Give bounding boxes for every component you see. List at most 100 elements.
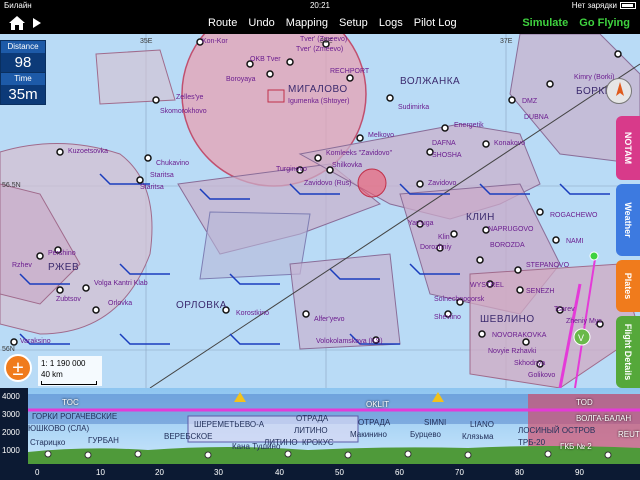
place-label: ROGACHEWO bbox=[550, 212, 598, 219]
place-label: Kuzoetsovka bbox=[68, 148, 109, 155]
menu-pilot-log[interactable]: Pilot Log bbox=[414, 17, 457, 29]
place-label: DAFNA bbox=[432, 140, 456, 147]
place-label: Igumenka (Shtoyer) bbox=[288, 98, 350, 105]
distance-tick: 90 bbox=[575, 468, 584, 477]
place-label: Staritsa bbox=[140, 184, 164, 191]
profile-plot[interactable]: TOC OKLIT TOD ГОРКИ РОГАЧЕВСКИЕ ЮШКОВО (… bbox=[28, 388, 640, 464]
distance-tick: 10 bbox=[96, 468, 105, 477]
grid-label: 56.5N bbox=[2, 182, 21, 189]
profile-zone: ВОЛГА-БАЛАН bbox=[576, 414, 632, 423]
distance-tick: 40 bbox=[275, 468, 284, 477]
profile-zone: SIMNI bbox=[424, 418, 447, 427]
place-label: Kon-Kor bbox=[202, 38, 228, 45]
zoom-button[interactable]: ± bbox=[4, 354, 32, 382]
menu-undo[interactable]: Undo bbox=[248, 17, 274, 29]
place-label: RECHPORT bbox=[330, 68, 370, 75]
distance-tick: 0 bbox=[35, 468, 40, 477]
distance-tick: 70 bbox=[455, 468, 464, 477]
place-label: Tver' (Zmeevo) bbox=[296, 46, 344, 53]
vertical-profile[interactable]: 4000 3000 2000 1000 TOC OKLIT TOD ГОРКИ … bbox=[0, 388, 640, 480]
altitude-label: 4000 bbox=[2, 392, 20, 401]
distance-box[interactable]: Distance 98 bbox=[0, 40, 46, 73]
place-label: Volokolamskaya (KS) bbox=[316, 338, 383, 345]
place-label: Sudimirka bbox=[398, 104, 430, 111]
place-label: STEPANOVO bbox=[526, 262, 570, 269]
place-label: Zavidovo bbox=[428, 180, 457, 187]
compass-icon[interactable] bbox=[606, 78, 632, 104]
simulate-button[interactable]: Simulate bbox=[522, 17, 568, 29]
profile-small: ЛИТИНО bbox=[264, 438, 298, 447]
profile-zone: Макинино bbox=[350, 430, 387, 439]
charge-status: Нет зарядки bbox=[572, 0, 636, 12]
scale-indicator: 1: 1 190 000 40 km bbox=[38, 356, 102, 386]
main-menu: Route Undo Mapping Setup Logs Pilot Log bbox=[208, 12, 465, 34]
profile-zone: ЛОСИНЫЙ ОСТРОВ bbox=[518, 426, 596, 435]
distance-title: Distance bbox=[1, 41, 45, 53]
place-label: Komleeks "Zavidovo" bbox=[326, 150, 393, 157]
region-label: РЖЕВ bbox=[48, 262, 80, 273]
charge-label: Нет зарядки bbox=[571, 1, 617, 10]
place-label: WYSTREL bbox=[470, 282, 504, 289]
status-bar: Билайн 20:21 Нет зарядки bbox=[0, 0, 640, 12]
place-label: DUBNA bbox=[524, 114, 549, 121]
distance-tick: 60 bbox=[395, 468, 404, 477]
place-label: Orlovka bbox=[108, 300, 133, 307]
go-flying-button[interactable]: Go Flying bbox=[579, 17, 630, 29]
place-label: Skomorokhovo bbox=[160, 108, 207, 115]
region-label: ШЕВЛИНО bbox=[480, 314, 535, 325]
profile-small: ГУРБАН bbox=[88, 436, 119, 445]
home-icon[interactable] bbox=[8, 15, 26, 31]
region-label: КЛИН bbox=[466, 212, 495, 223]
profile-zone: ЛИТИНО bbox=[294, 426, 328, 435]
place-label: Shilkovka bbox=[332, 162, 362, 169]
place-label: NAMI bbox=[566, 238, 584, 245]
menu-mapping[interactable]: Mapping bbox=[286, 17, 328, 29]
play-icon[interactable] bbox=[32, 17, 42, 29]
place-label: NAPRUGOVO bbox=[488, 226, 534, 233]
profile-label: OKLIT bbox=[366, 400, 390, 409]
place-label: Skhodnya bbox=[514, 360, 546, 367]
place-label: Solnechnogorsk bbox=[434, 296, 485, 303]
place-label: Dorozhniy bbox=[420, 244, 452, 251]
tab-weather[interactable]: Weather bbox=[616, 184, 640, 256]
profile-zone: ОТРАДА bbox=[296, 414, 329, 423]
menu-logs[interactable]: Logs bbox=[379, 17, 403, 29]
menu-route[interactable]: Route bbox=[208, 17, 237, 29]
place-label: Volga Kantri Klab bbox=[94, 280, 148, 287]
profile-zone: Бурцево bbox=[410, 430, 441, 439]
place-label: Zelles'ye bbox=[176, 94, 204, 101]
place-label: SHOSHA bbox=[432, 152, 462, 159]
profile-zone: LIANO bbox=[470, 420, 495, 429]
grid-label: 35E bbox=[140, 38, 153, 45]
place-label: BOROZDA bbox=[490, 242, 525, 249]
place-label: Zubtsov bbox=[56, 296, 81, 303]
time-box[interactable]: Time 35m bbox=[0, 72, 46, 105]
place-label: Tsarev bbox=[554, 306, 575, 313]
place-label: Alfer'yevo bbox=[314, 316, 345, 323]
menu-setup[interactable]: Setup bbox=[339, 17, 368, 29]
distance-tick: 80 bbox=[515, 468, 524, 477]
tab-flight-details-label: Flight Details bbox=[623, 323, 633, 381]
profile-zone: REUT bbox=[618, 430, 640, 439]
profile-label: TOD bbox=[576, 398, 593, 407]
region-label: ОРЛОВКА bbox=[176, 300, 227, 311]
region-label: МИГАЛОВО bbox=[288, 84, 348, 95]
place-label: Pershino bbox=[48, 250, 76, 257]
time-title: Time bbox=[1, 73, 45, 85]
tab-flight-details[interactable]: Flight Details bbox=[616, 316, 640, 388]
distance-tick: 30 bbox=[214, 468, 223, 477]
profile-zone: ГОРКИ РОГАЧЕВСКИЕ bbox=[32, 412, 118, 421]
profile-zone: ВЕРЕБСКОЕ bbox=[164, 432, 213, 441]
tab-plates[interactable]: Plates bbox=[616, 260, 640, 312]
place-label: Energetik bbox=[454, 122, 484, 129]
top-toolbar: Route Undo Mapping Setup Logs Pilot Log … bbox=[0, 12, 640, 34]
altitude-label: 3000 bbox=[2, 410, 20, 419]
tab-notam[interactable]: NOTAM bbox=[616, 116, 640, 180]
scale-ratio: 1: 1 190 000 bbox=[41, 359, 86, 368]
moving-map[interactable]: V 35E 36E 37E 56.5N 56N Kon-Kor OKB Tver… bbox=[0, 34, 640, 388]
altitude-label: 1000 bbox=[2, 446, 20, 455]
profile-zone: ТРБ-20 bbox=[518, 438, 546, 447]
place-label: NOVORAKOVKA bbox=[492, 332, 547, 339]
profile-zone: ШЕРЕМЕТЬЕВО-А bbox=[194, 420, 265, 429]
place-label: OKB Tver bbox=[250, 56, 281, 63]
